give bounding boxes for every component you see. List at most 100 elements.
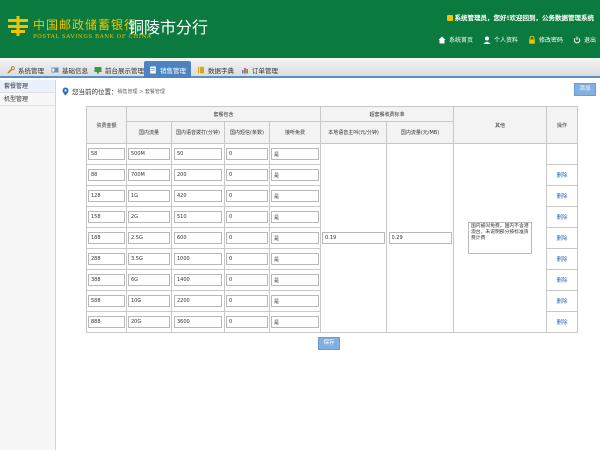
sidebar-item-package-management[interactable]: 套餐管理 [0, 80, 55, 93]
free-cell [269, 227, 321, 249]
action-cell: 删除 [546, 227, 578, 249]
free-incoming-input[interactable] [271, 253, 319, 265]
header-package-includes: 套餐包含 [126, 106, 321, 122]
data-input[interactable] [128, 253, 170, 265]
tab-data-dictionary[interactable]: 数据字典 [192, 61, 239, 78]
data-input[interactable] [128, 211, 170, 223]
header-domestic-voice: 国内语音拨打(分钟) [171, 121, 225, 144]
free-incoming-input[interactable] [271, 316, 319, 328]
free-cell [269, 269, 321, 291]
free-cell [269, 248, 321, 270]
sms-input[interactable] [226, 253, 268, 265]
free-incoming-input[interactable] [271, 190, 319, 202]
fee-input[interactable] [88, 148, 125, 160]
app-window: 中国邮政储蓄银行 POSTAL SAVINGS BANK OF CHINA 铜陵… [0, 0, 600, 450]
logout-link[interactable]: 退出 [573, 35, 596, 44]
delete-link[interactable]: 删除 [556, 320, 567, 326]
fee-input[interactable] [88, 232, 125, 244]
free-incoming-input[interactable] [271, 232, 319, 244]
delete-link[interactable]: 删除 [556, 215, 567, 221]
data-input[interactable] [128, 232, 170, 244]
data-input[interactable] [128, 190, 170, 202]
welcome-text: 系统管理员，您好!欢迎回到，公务数据管理系统 [454, 14, 594, 22]
delete-link[interactable]: 删除 [556, 236, 567, 242]
data-input[interactable] [128, 316, 170, 328]
delete-link[interactable]: 删除 [556, 173, 567, 179]
sms-input[interactable] [226, 232, 268, 244]
data-input[interactable] [128, 295, 170, 307]
change-password-link[interactable]: 修改密码 [528, 35, 563, 44]
fee-input[interactable] [88, 169, 125, 181]
sms-input[interactable] [226, 316, 268, 328]
tab-basic-info[interactable]: 基础信息 [46, 61, 93, 78]
voice-input[interactable] [174, 211, 222, 223]
change-password-label: 修改密码 [538, 37, 563, 44]
tab-frontend-display[interactable]: 前台展示管理 [89, 61, 149, 78]
voice-input[interactable] [174, 253, 222, 265]
fee-input[interactable] [88, 253, 125, 265]
sms-input[interactable] [226, 190, 268, 202]
data-input[interactable] [128, 274, 170, 286]
fee-input[interactable] [88, 190, 125, 202]
tab-system-management[interactable]: 系统管理 [2, 61, 49, 78]
breadcrumb: 您当前的位置： 销售管理 > 套餐管理 [62, 84, 596, 98]
data-input[interactable] [128, 169, 170, 181]
free-incoming-input[interactable] [271, 274, 319, 286]
overage-data-cell [386, 143, 454, 333]
table-row: 国内被叫免费，国内不含港澳台，未说明部分按标准资费计费 [86, 143, 578, 333]
delete-link[interactable]: 删除 [556, 299, 567, 305]
overage-data-input[interactable] [388, 232, 452, 244]
add-button[interactable]: 添加 [574, 83, 596, 96]
sms-input[interactable] [226, 295, 268, 307]
header-domestic-data: 国内流量 [126, 121, 172, 144]
home-link[interactable]: 系统首页 [438, 35, 473, 44]
free-incoming-input[interactable] [271, 211, 319, 223]
sms-input[interactable] [226, 274, 268, 286]
data-cell [126, 143, 172, 165]
save-button[interactable]: 保存 [318, 337, 340, 350]
free-incoming-input[interactable] [271, 148, 319, 160]
voice-cell [171, 164, 225, 186]
branch-title: 铜陵市分行 [128, 18, 209, 37]
voice-input[interactable] [174, 295, 222, 307]
header-remark: 其他 [453, 106, 547, 144]
sms-input[interactable] [226, 148, 268, 160]
action-cell: 删除 [546, 290, 578, 312]
free-incoming-input[interactable] [271, 169, 319, 181]
overage-voice-input[interactable] [322, 232, 385, 244]
delete-link[interactable]: 删除 [556, 278, 567, 284]
header-free-incoming: 接听免费 [269, 121, 321, 144]
data-cell [126, 164, 172, 186]
delete-link[interactable]: 删除 [556, 257, 567, 263]
sms-input[interactable] [226, 211, 268, 223]
voice-input[interactable] [174, 190, 222, 202]
voice-input[interactable] [174, 316, 222, 328]
sms-input[interactable] [226, 169, 268, 181]
voice-input[interactable] [174, 148, 222, 160]
voice-cell [171, 206, 225, 228]
wrench-icon [7, 65, 15, 74]
document-icon [150, 66, 156, 73]
fee-input[interactable] [88, 274, 125, 286]
delete-link[interactable]: 删除 [556, 194, 567, 200]
free-incoming-input[interactable] [271, 295, 319, 307]
tab-label: 销售管理 [160, 66, 186, 75]
sidebar-item-phone-model-management[interactable]: 机型管理 [0, 93, 55, 106]
data-input[interactable] [128, 148, 170, 160]
data-cell [126, 269, 172, 291]
fee-input[interactable] [88, 295, 125, 307]
voice-cell [171, 185, 225, 207]
fee-input[interactable] [88, 316, 125, 328]
voice-input[interactable] [174, 274, 222, 286]
voice-cell [171, 248, 225, 270]
profile-link[interactable]: 个人资料 [483, 35, 518, 44]
tab-order-management[interactable]: 订单管理 [236, 61, 283, 78]
voice-input[interactable] [174, 232, 222, 244]
user-icon [483, 36, 491, 44]
fee-input[interactable] [88, 211, 125, 223]
header-base-fee: 资费金额 [86, 106, 127, 144]
chart-icon [242, 67, 248, 73]
tab-sales-management[interactable]: 销售管理 [144, 61, 191, 78]
voice-input[interactable] [174, 169, 222, 181]
remark-textarea[interactable]: 国内被叫免费，国内不含港澳台，未说明部分按标准资费计费 [468, 222, 532, 254]
